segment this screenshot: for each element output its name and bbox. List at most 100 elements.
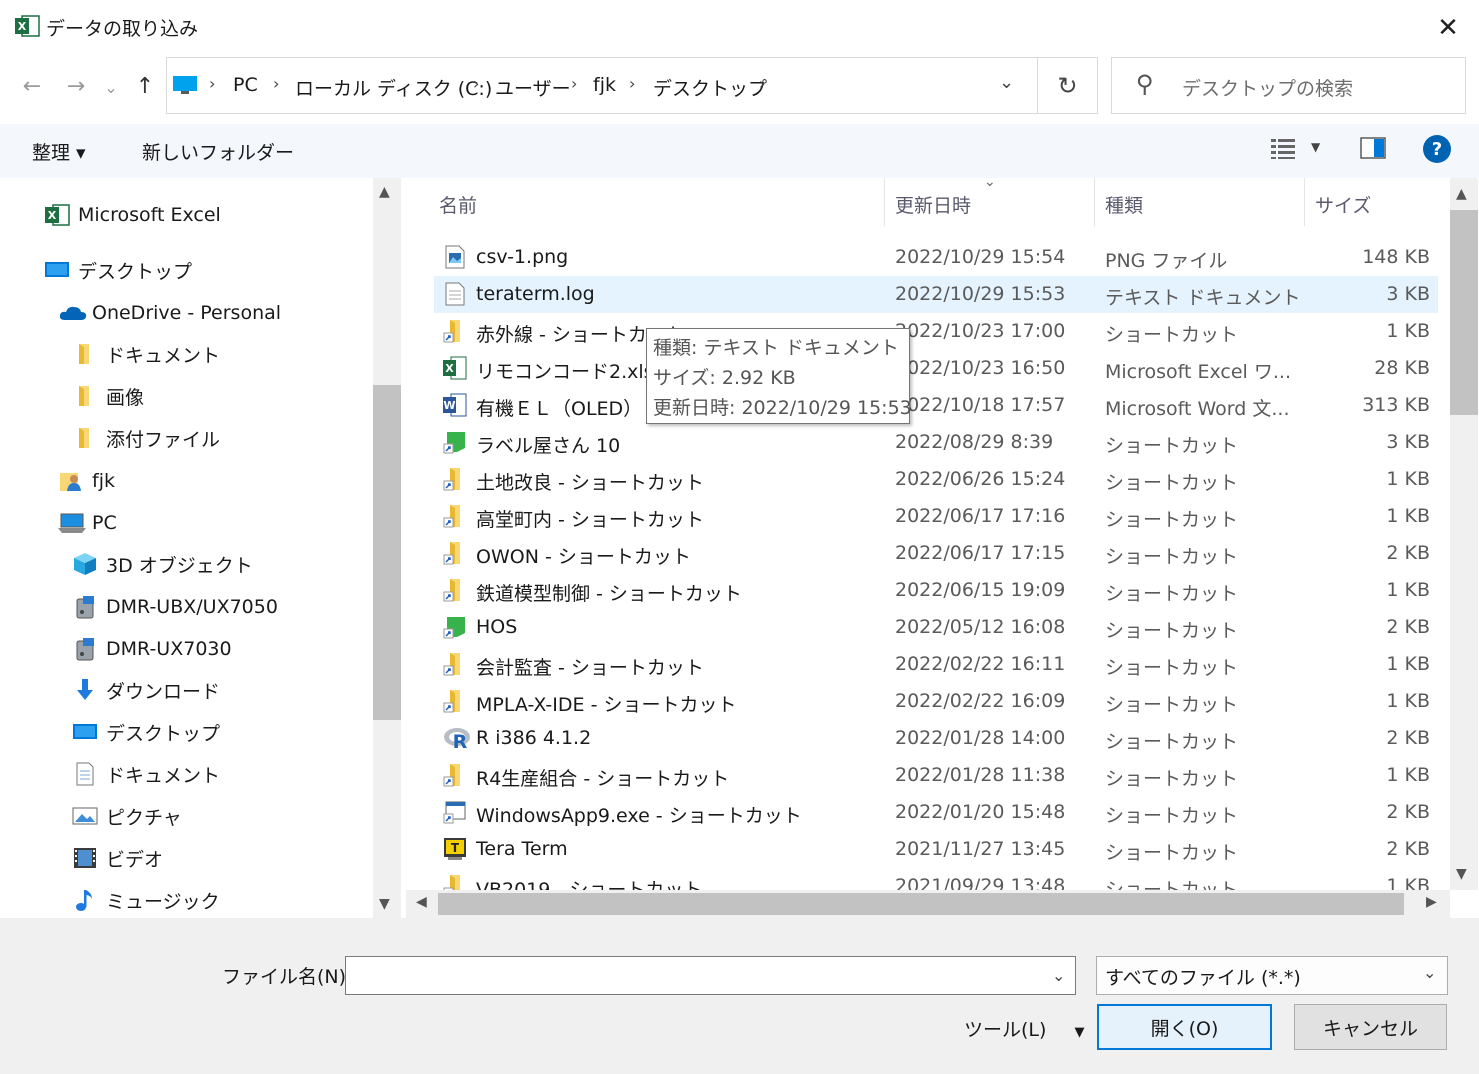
pc-icon	[58, 511, 86, 535]
up-button[interactable]: ↑	[130, 66, 160, 106]
table-row[interactable]: 会計監査 - ショートカット 2022/02/22 16:11 ショートカット 1 K…	[434, 646, 1438, 683]
file-date: 2022/06/15 19:09	[895, 579, 1066, 601]
table-row[interactable]: WindowsApp9.exe - ショートカット 2022/01/20 15:4…	[434, 794, 1438, 831]
table-row[interactable]: R4生産組合 - ショートカット 2022/01/28 11:38 ショートカット 1…	[434, 757, 1438, 794]
table-row[interactable]: 赤外線 - ショートカット 2022/10/23 17:00 ショートカット 1 KB	[434, 313, 1438, 350]
file-date: 2022/02/22 16:11	[895, 653, 1066, 675]
column-divider[interactable]	[1304, 178, 1305, 226]
sidebar-item[interactable]: ドキュメント	[72, 756, 220, 792]
file-date: 2022/02/22 16:09	[895, 690, 1066, 712]
table-row[interactable]: HOS 2022/05/12 16:08 ショートカット 2 KB	[434, 609, 1438, 646]
sidebar-item[interactable]: ミュージック	[72, 882, 220, 918]
file-date: 2022/08/29 8:39	[895, 431, 1054, 453]
breadcrumb-fjk[interactable]: fjk	[593, 74, 616, 96]
table-row-selected[interactable]: teraterm.log 2022/10/29 15:53 テキスト ドキュメント 3…	[434, 276, 1438, 313]
sidebar-item[interactable]: ドキュメント	[72, 336, 220, 372]
breadcrumb-users[interactable]: ユーザー	[495, 74, 571, 101]
forward-button[interactable]: →	[60, 66, 92, 106]
table-row[interactable]: OWON - ショートカット 2022/06/17 17:15 ショートカット 2 K…	[434, 535, 1438, 572]
sidebar-item[interactable]: ビデオ	[72, 840, 163, 876]
file-size: 148 KB	[1362, 246, 1430, 268]
sidebar-scrollbar-thumb[interactable]	[373, 385, 401, 720]
table-row[interactable]: csv-1.png 2022/10/29 15:54 PNG ファイル 148 KB	[434, 239, 1438, 276]
column-header-size[interactable]: サイズ	[1315, 191, 1371, 218]
sidebar-item[interactable]: OneDrive - Personal	[58, 295, 281, 331]
list-scroll-up-icon[interactable]: ▲	[1456, 186, 1467, 202]
close-button[interactable]: ✕	[1424, 6, 1472, 50]
folder-shortcut-icon	[443, 689, 467, 713]
file-list-horizontal-scrollbar-thumb[interactable]	[438, 893, 1404, 915]
column-divider[interactable]	[1094, 178, 1095, 226]
sidebar-item-label: 添付ファイル	[106, 428, 221, 451]
back-button[interactable]: ←	[16, 66, 48, 106]
view-details-icon[interactable]	[1271, 137, 1297, 161]
filename-dropdown-icon[interactable]: ⌄	[1052, 966, 1065, 985]
file-size: 2 KB	[1386, 727, 1430, 749]
list-scroll-right-icon[interactable]: ▶	[1426, 894, 1437, 910]
breadcrumb-pc[interactable]: PC	[233, 74, 258, 96]
list-scroll-down-icon[interactable]: ▼	[1456, 866, 1467, 882]
organize-button[interactable]: 整理 ▾	[32, 138, 86, 165]
list-scroll-left-icon[interactable]: ◀	[416, 894, 427, 910]
sidebar-scroll-up-icon[interactable]: ▲	[379, 184, 390, 200]
column-header-date[interactable]: 更新日時	[895, 191, 971, 218]
new-folder-button[interactable]: 新しいフォルダー	[142, 138, 294, 165]
table-row[interactable]: 鉄道模型制御 - ショートカット 2022/06/15 19:09 ショートカット 1…	[434, 572, 1438, 609]
column-header-type[interactable]: 種類	[1105, 191, 1143, 218]
table-row[interactable]: R R i386 4.1.2 2022/01/28 14:00 ショートカット 2 KB	[434, 720, 1438, 757]
file-type: ショートカット	[1105, 805, 1239, 827]
search-input[interactable]: デスクトップの検索	[1182, 74, 1353, 101]
table-row[interactable]: ラベル屋さん 10 2022/08/29 8:39 ショートカット 3 KB	[434, 424, 1438, 461]
sidebar-item[interactable]: DMR-UX7030	[72, 631, 232, 667]
breadcrumb-desktop[interactable]: デスクトップ	[653, 74, 767, 101]
sidebar-item[interactable]: 画像	[72, 378, 144, 414]
column-header-name[interactable]: 名前	[439, 191, 477, 218]
sidebar-item[interactable]: PC	[58, 505, 117, 541]
table-row[interactable]: VB2019 - ショートカット 2021/09/29 13:48 ショートカット 1…	[434, 868, 1438, 890]
recent-locations-button[interactable]: ⌄	[100, 70, 122, 104]
sidebar-item[interactable]: 3D オブジェクト	[72, 546, 253, 582]
sidebar-item[interactable]: DMR-UBX/UX7050	[72, 589, 278, 625]
sidebar-item[interactable]: fjk	[58, 463, 115, 499]
table-row[interactable]: MPLA-X-IDE - ショートカット 2022/02/22 16:09 ショート…	[434, 683, 1438, 720]
file-size: 1 KB	[1386, 764, 1430, 786]
preview-pane-icon[interactable]	[1360, 137, 1386, 159]
sidebar-item-label: デスクトップ	[106, 722, 221, 745]
tools-dropdown-icon: ▼	[1074, 1025, 1085, 1040]
tools-button[interactable]: ツール(L) ▼	[964, 1015, 1084, 1042]
view-dropdown-icon[interactable]: ▼	[1311, 140, 1320, 154]
table-row[interactable]: X リモコンコード2.xlsx 2022/10/23 16:50 Microsoft …	[434, 350, 1438, 387]
svg-text:T: T	[451, 841, 460, 855]
column-divider[interactable]	[884, 178, 885, 226]
filename-input[interactable]	[345, 956, 1076, 995]
file-date: 2022/10/29 15:54	[895, 246, 1066, 268]
sidebar-item[interactable]: X Microsoft Excel	[44, 197, 221, 233]
file-list-vertical-scrollbar-thumb[interactable]	[1450, 210, 1478, 415]
file-date: 2022/01/28 11:38	[895, 764, 1066, 786]
sidebar-item[interactable]: ピクチャ	[72, 798, 182, 834]
sidebar-item[interactable]: ダウンロード	[72, 672, 220, 708]
table-row[interactable]: T Tera Term 2021/11/27 13:45 ショートカット 2 KB	[434, 831, 1438, 868]
help-button[interactable]: ?	[1423, 135, 1451, 163]
folder-shortcut-icon	[443, 319, 467, 343]
table-row[interactable]: 土地改良 - ショートカット 2022/06/26 15:24 ショートカット 1 K…	[434, 461, 1438, 498]
filetype-select[interactable]: すべてのファイル (*.*) ⌄	[1096, 956, 1448, 995]
sidebar-item[interactable]: デスクトップ	[72, 714, 220, 750]
sidebar-item[interactable]: デスクトップ	[44, 252, 192, 288]
folder-icon	[72, 384, 98, 408]
sidebar-item-label: ダウンロード	[106, 680, 221, 703]
search-box[interactable]: ⚲ デスクトップの検索	[1111, 57, 1466, 114]
sidebar-item[interactable]: 添付ファイル	[72, 420, 220, 456]
breadcrumb-local-disk[interactable]: ローカル ディスク (C:)	[295, 74, 492, 101]
table-row[interactable]: 高堂町内 - ショートカット 2022/06/17 17:16 ショートカット 1 K…	[434, 498, 1438, 535]
refresh-button[interactable]: ↻	[1038, 57, 1098, 114]
file-size: 2 KB	[1386, 801, 1430, 823]
sidebar-scroll-down-icon[interactable]: ▼	[379, 896, 390, 912]
cancel-button[interactable]: キャンセル	[1294, 1004, 1447, 1050]
sidebar-item-label: DMR-UBX/UX7050	[106, 596, 278, 618]
open-button[interactable]: 開く(O)	[1097, 1004, 1272, 1050]
address-dropdown-button[interactable]: ⌄	[999, 72, 1014, 93]
address-bar[interactable]: › PC › ローカル ディスク (C:) › ユーザー › fjk › デスク…	[166, 57, 1038, 114]
table-row[interactable]: W 有機ＥＬ（OLED） 2022/10/18 17:57 Microsoft Wor…	[434, 387, 1438, 424]
desktop-icon	[72, 720, 98, 744]
